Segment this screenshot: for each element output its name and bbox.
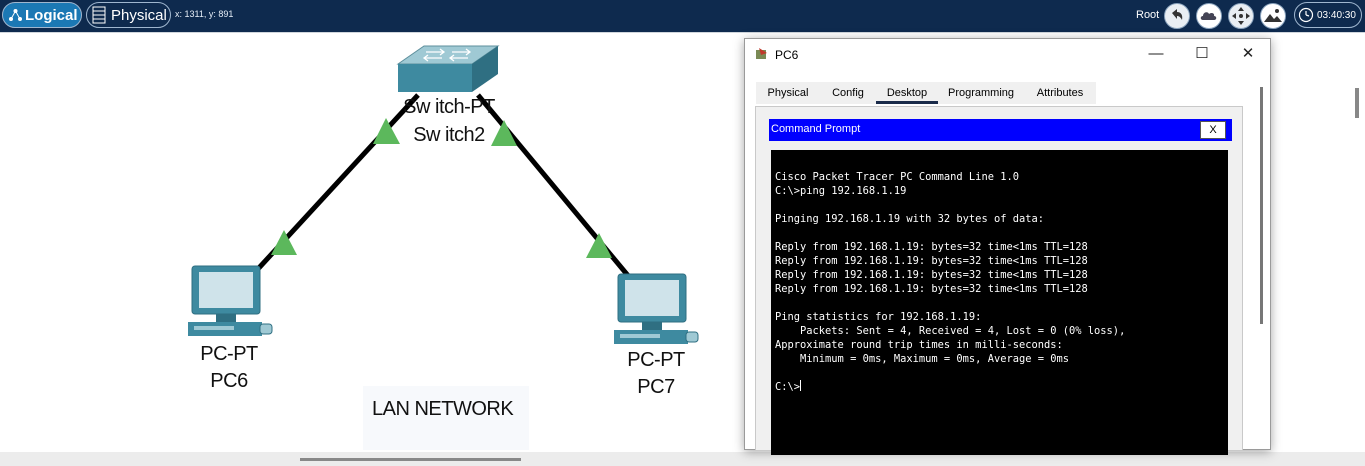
terminal-line: C:\>ping 192.168.1.19 [775, 185, 907, 197]
terminal-line: Packets: Sent = 4, Received = 4, Lost = … [775, 325, 1126, 337]
maximize-button[interactable]: ☐ [1179, 39, 1225, 69]
cloud-icon [1200, 12, 1217, 20]
simulation-clock: 03:40:30 [1294, 2, 1362, 28]
switch-name-label: Sw itch2 [413, 124, 485, 146]
command-prompt-terminal[interactable]: Cisco Packet Tracer PC Command Line 1.0 C… [771, 150, 1228, 455]
pc6-model-label: PC-PT [200, 343, 258, 365]
background-image-button[interactable] [1260, 3, 1286, 29]
link-status-up-icon [586, 233, 612, 258]
pc-icon[interactable] [186, 264, 276, 340]
tab-desktop[interactable]: Desktop [876, 82, 938, 104]
pc7-name-label: PC7 [637, 376, 675, 398]
landscape-icon [1264, 9, 1282, 22]
pc6-name-label: PC6 [210, 370, 248, 392]
command-prompt-title: Command Prompt [771, 123, 861, 135]
move-button[interactable] [1228, 3, 1254, 29]
tab-physical[interactable]: Physical [756, 82, 820, 104]
terminal-line: Reply from 192.168.1.19: bytes=32 time<1… [775, 269, 1088, 281]
window-scrollbar[interactable] [1260, 87, 1263, 324]
pc6-window[interactable]: PC6 — ☐ ✕ Physical Config Desktop Progra… [744, 38, 1271, 455]
terminal-line: Pinging 192.168.1.19 with 32 bytes of da… [775, 213, 1044, 225]
switch-icon[interactable] [396, 44, 500, 94]
terminal-prompt-line: C:\> [775, 380, 1228, 394]
terminal-line: Cisco Packet Tracer PC Command Line 1.0 [775, 171, 1019, 183]
window-title: PC6 [775, 48, 799, 62]
note-text: LAN NETWORK [372, 398, 514, 420]
command-prompt-close-button[interactable]: X [1200, 121, 1226, 139]
packet-tracer-icon [756, 48, 767, 59]
back-arrow-icon [1172, 9, 1183, 20]
minimize-button[interactable]: — [1133, 39, 1179, 69]
close-button[interactable]: ✕ [1225, 39, 1271, 69]
tab-programming[interactable]: Programming [938, 82, 1024, 104]
pc-icon[interactable] [612, 272, 702, 348]
canvas-note[interactable]: LAN NETWORK [363, 386, 529, 450]
vertical-scrollbar-thumb[interactable] [1355, 88, 1359, 118]
back-button[interactable] [1164, 3, 1190, 29]
root-label: Root [1136, 9, 1160, 21]
terminal-line: Approximate round trip times in milli-se… [775, 339, 1063, 351]
command-prompt-header: Command Prompt X [769, 119, 1232, 141]
terminal-prompt: C:\> [775, 381, 801, 393]
horizontal-scrollbar-thumb[interactable] [300, 458, 521, 461]
terminal-line: Reply from 192.168.1.19: bytes=32 time<1… [775, 241, 1088, 253]
terminal-line: Reply from 192.168.1.19: bytes=32 time<1… [775, 283, 1088, 295]
tab-config[interactable]: Config [820, 82, 876, 104]
text-cursor [800, 380, 802, 391]
terminal-line: Minimum = 0ms, Maximum = 0ms, Average = … [775, 353, 1070, 365]
tab-attributes[interactable]: Attributes [1024, 82, 1096, 104]
pc7-model-label: PC-PT [627, 349, 685, 371]
desktop-panel: Command Prompt X Cisco Packet Tracer PC … [755, 106, 1243, 455]
move-arrows-icon [1232, 7, 1250, 25]
terminal-line: Ping statistics for 192.168.1.19: [775, 311, 982, 323]
clock-time: 03:40:30 [1317, 10, 1356, 21]
terminal-line: Reply from 192.168.1.19: bytes=32 time<1… [775, 255, 1088, 267]
switch-model-label: Sw itch-PT [403, 96, 495, 118]
cloud-button[interactable] [1196, 3, 1222, 29]
clock-icon [1298, 7, 1314, 23]
